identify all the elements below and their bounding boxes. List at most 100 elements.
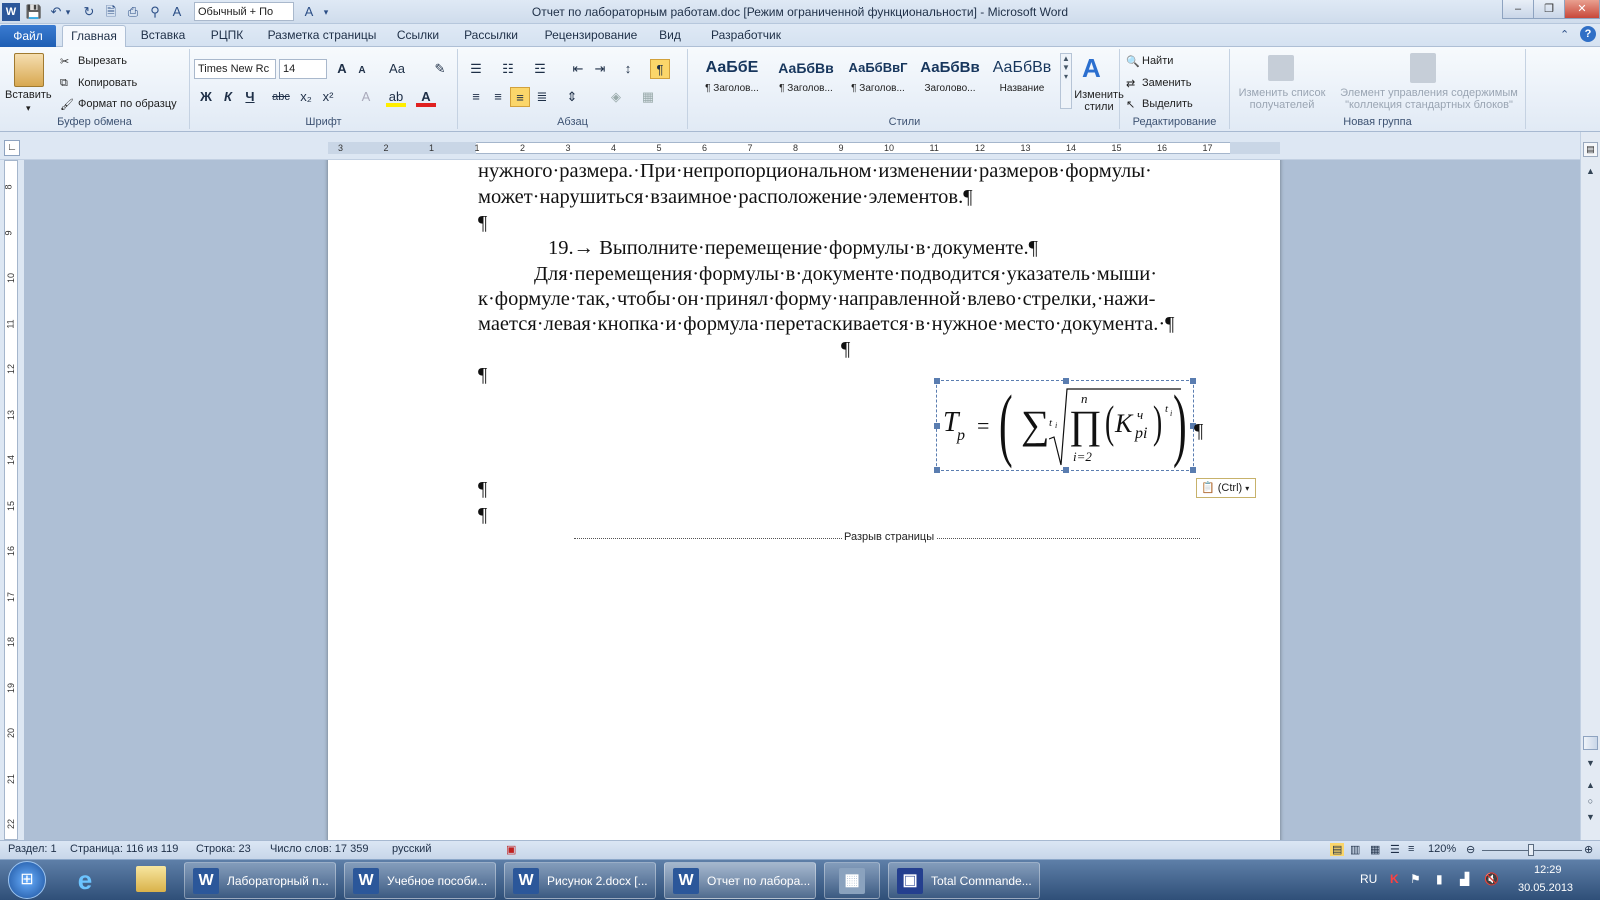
explorer-folder-icon[interactable]	[136, 866, 166, 892]
zoom-out-icon[interactable]: ⊖	[1466, 843, 1475, 856]
tab-page-layout[interactable]: Разметка страницы	[262, 28, 382, 47]
scroll-up-icon[interactable]: ▲	[1583, 166, 1598, 180]
bold-button[interactable]: Ж	[196, 87, 216, 107]
horizontal-ruler[interactable]: ∟ 3 2 1 1 2 3 4 5 6 7 8 9 10 11 12 13 14 15 16 17	[0, 132, 1600, 160]
page[interactable]: нужного·размера.·При·непропорциональном·…	[328, 160, 1280, 840]
replace-button[interactable]: Заменить	[1142, 77, 1191, 89]
borders-icon[interactable]: ▦	[638, 87, 658, 107]
status-page[interactable]: Страница: 116 из 119	[70, 843, 178, 855]
resize-handle[interactable]	[1063, 467, 1069, 473]
next-page-icon[interactable]: ▼	[1583, 812, 1598, 826]
justify-icon[interactable]: ≣	[532, 87, 552, 107]
highlight-color-icon[interactable]: ab	[386, 87, 406, 107]
minimize-button[interactable]: –	[1502, 0, 1534, 19]
shading-icon[interactable]: ◈	[606, 87, 626, 107]
format-painter-icon[interactable]: 🖌	[60, 98, 74, 111]
superscript-button[interactable]: x²	[318, 87, 338, 107]
close-button[interactable]: ✕	[1564, 0, 1600, 19]
style-heading-4[interactable]: АаБбВв Заголово...	[914, 53, 986, 107]
text-effects-button-icon[interactable]: A	[356, 87, 376, 107]
numbering-icon[interactable]: ☷	[498, 59, 518, 79]
status-language[interactable]: русский	[392, 843, 431, 855]
antivirus-icon[interactable]: K	[1390, 872, 1399, 886]
taskbar-item[interactable]: W Рисунок 2.docx [...	[504, 862, 656, 899]
clock-date[interactable]: 30.05.2013	[1518, 882, 1573, 894]
cut-icon[interactable]: ✂	[60, 55, 69, 68]
full-screen-reading-icon[interactable]: ▥	[1350, 843, 1360, 856]
grow-font-button[interactable]: A	[332, 59, 352, 79]
browse-object-icon[interactable]: ○	[1583, 796, 1598, 810]
vertical-ruler[interactable]: 8 9 10 11 12 13 14 15 16 17 18 19 20 21 22	[0, 160, 24, 840]
select-button[interactable]: Выделить	[1142, 98, 1193, 110]
paste-options-button[interactable]: 📋 (Ctrl) ▾	[1196, 478, 1256, 498]
print-layout-view-icon[interactable]: ▤	[1330, 843, 1345, 856]
taskbar-item-calculator[interactable]: ▦	[824, 862, 880, 899]
font-size-combo[interactable]: 14	[279, 59, 327, 79]
clock-time[interactable]: 12:29	[1534, 864, 1562, 876]
formula-object[interactable]: T p = ( ∑ t i n ∏ i=2 ( K ч pi ) t i )	[934, 378, 1196, 473]
taskbar-item[interactable]: ▣ Total Commande...	[888, 862, 1040, 899]
network-icon[interactable]: ▟	[1460, 872, 1469, 886]
previous-page-icon[interactable]: ▲	[1583, 780, 1598, 794]
style-heading-1[interactable]: АаБбЕ ¶ Заголов...	[696, 53, 768, 107]
styles-gallery-scroll[interactable]: ▲ ▼ ▾	[1060, 53, 1072, 109]
tab-developer[interactable]: Разработчик	[704, 28, 788, 47]
shrink-font-button[interactable]: A	[352, 61, 372, 81]
device-icon[interactable]: ▮	[1436, 872, 1443, 886]
paste-icon[interactable]	[14, 53, 44, 87]
tab-rcpk[interactable]: РЦПК	[204, 28, 250, 47]
font-name-combo[interactable]: Times New Rc	[194, 59, 276, 79]
resize-handle[interactable]	[934, 423, 940, 429]
decrease-indent-icon[interactable]: ⇤	[568, 59, 588, 79]
replace-icon[interactable]: ⇄	[1126, 77, 1135, 90]
clear-formatting-icon[interactable]: ✎	[430, 59, 450, 79]
vertical-scrollbar[interactable]: ▤ ▲ ▼ ▲ ○ ▼	[1580, 132, 1600, 840]
building-block-control-button[interactable]: Элемент управления содержимым "коллекция…	[1334, 87, 1524, 111]
paste-dropdown-icon[interactable]: ▾	[26, 103, 31, 114]
edit-recipient-list-button[interactable]: Изменить список получателей	[1234, 87, 1330, 111]
minimize-ribbon-icon[interactable]: ⌃	[1560, 28, 1569, 41]
tab-references[interactable]: Ссылки	[393, 28, 443, 47]
tab-selector-icon[interactable]: ∟	[4, 140, 20, 156]
tab-view[interactable]: Вид	[654, 28, 686, 47]
strikethrough-button[interactable]: abc	[268, 87, 294, 107]
subscript-button[interactable]: x₂	[296, 87, 316, 107]
ruler-toggle-icon[interactable]: ▤	[1583, 142, 1598, 157]
font-color-icon[interactable]: A	[416, 87, 436, 107]
bullets-icon[interactable]: ☰	[466, 59, 486, 79]
align-right-icon[interactable]: ≡	[510, 87, 530, 107]
multilevel-list-icon[interactable]: ☲	[530, 59, 550, 79]
change-styles-button[interactable]: Изменить стили	[1074, 89, 1124, 113]
web-layout-icon[interactable]: ▦	[1370, 843, 1380, 856]
status-section[interactable]: Раздел: 1	[8, 843, 57, 855]
paste-button[interactable]: Вставить	[5, 89, 52, 101]
zoom-level[interactable]: 120%	[1428, 843, 1456, 855]
taskbar-item-active[interactable]: W Отчет по лабора...	[664, 862, 816, 899]
resize-handle[interactable]	[1063, 378, 1069, 384]
document-area[interactable]: нужного·размера.·При·непропорциональном·…	[24, 160, 1580, 840]
find-icon[interactable]: 🔍	[1126, 55, 1140, 68]
taskbar-item[interactable]: W Лабораторный п...	[184, 862, 336, 899]
draft-view-icon[interactable]: ≡	[1408, 843, 1414, 855]
maximize-button[interactable]: ❐	[1533, 0, 1565, 19]
cut-button[interactable]: Вырезать	[78, 55, 127, 67]
resize-handle[interactable]	[1190, 378, 1196, 384]
style-heading-3[interactable]: АаБбВвГ ¶ Заголов...	[842, 53, 914, 107]
tab-mailings[interactable]: Рассылки	[459, 28, 523, 47]
internet-explorer-icon[interactable]: e	[70, 865, 100, 895]
copy-button[interactable]: Копировать	[78, 77, 137, 89]
show-formatting-marks-button[interactable]: ¶	[650, 59, 670, 79]
change-case-button[interactable]: Aa	[384, 59, 410, 79]
underline-button[interactable]: Ч	[240, 87, 260, 107]
align-left-icon[interactable]: ≡	[466, 87, 486, 107]
format-painter-button[interactable]: Формат по образцу	[78, 98, 177, 110]
language-indicator[interactable]: RU	[1360, 872, 1377, 886]
flag-icon[interactable]: ⚑	[1410, 872, 1421, 886]
resize-handle[interactable]	[1190, 467, 1196, 473]
status-words[interactable]: Число слов: 17 359	[270, 843, 368, 855]
change-styles-icon[interactable]: A	[1082, 53, 1101, 84]
outline-view-icon[interactable]: ☰	[1390, 843, 1400, 856]
line-spacing-icon[interactable]: ⇕	[562, 87, 582, 107]
scroll-down-icon[interactable]: ▼	[1583, 758, 1598, 772]
macro-record-icon[interactable]: ▣	[506, 843, 516, 856]
